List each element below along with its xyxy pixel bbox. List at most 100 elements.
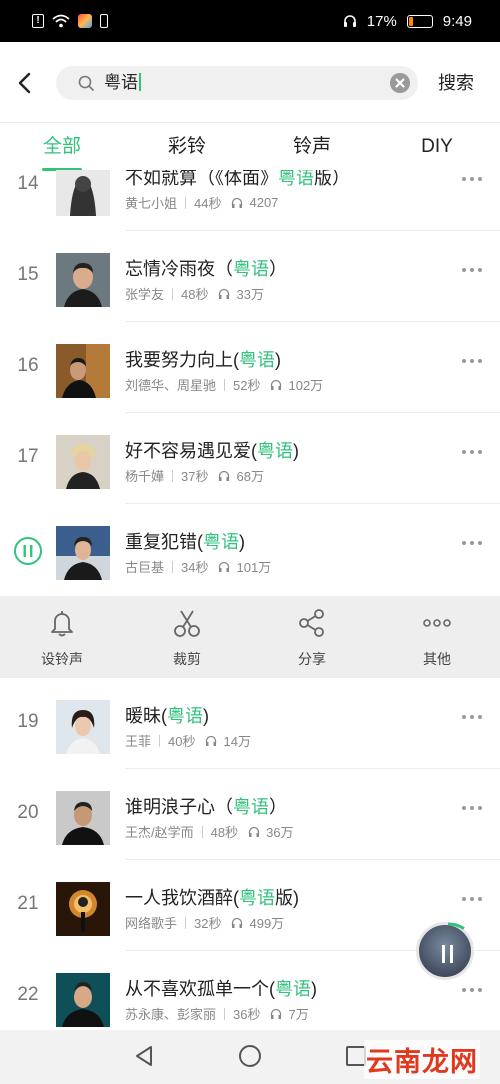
song-row[interactable]: 16 我要努力向上(粤语) 刘德华、周星驰 52秒 102万 [0, 322, 500, 413]
song-row[interactable]: 17 好不容易遇见爱(粤语) 杨千嬅 37秒 68万 [0, 413, 500, 504]
song-rank: 20 [17, 802, 39, 823]
mini-player[interactable] [416, 922, 474, 980]
song-row[interactable]: 19 暖昧(粤语) 王菲 40秒 14万 [0, 678, 500, 769]
song-row[interactable]: 14 不如就算（《体面》粤语版） 黄七小姐 44秒 4207 [0, 170, 500, 231]
song-cover [56, 882, 110, 936]
song-artist: 王杰/赵学而 [125, 825, 194, 840]
share-button[interactable]: 分享 [262, 596, 362, 678]
song-artist: 王菲 [125, 734, 152, 749]
search-input[interactable]: 粤语 [104, 66, 374, 100]
headset-icon [343, 15, 356, 27]
song-artist: 张学友 [125, 287, 165, 302]
nav-back-icon[interactable] [134, 1045, 154, 1067]
search-button[interactable]: 搜索 [438, 66, 474, 100]
trim-button[interactable]: 裁剪 [137, 596, 237, 678]
more-options-icon[interactable] [460, 265, 484, 275]
song-cover [56, 170, 110, 216]
song-plays: 14万 [223, 734, 251, 749]
song-artist: 苏永康、彭家丽 [125, 1007, 217, 1022]
song-title: 从不喜欢孤单一个(粤语) [125, 979, 317, 999]
tab-ringtone[interactable]: 铃声 [272, 123, 352, 171]
more-options-icon[interactable] [460, 356, 484, 366]
headphones-icon [219, 288, 230, 299]
action-label: 分享 [298, 651, 326, 667]
other-button[interactable]: 其他 [387, 596, 487, 678]
song-artist: 黄七小姐 [125, 196, 178, 211]
song-meta: 苏永康、彭家丽 36秒 7万 [125, 1004, 309, 1023]
song-artist: 古巨基 [125, 560, 165, 575]
search-box[interactable]: 粤语 [56, 66, 418, 100]
more-options-icon[interactable] [460, 894, 484, 904]
battery-icon [406, 14, 433, 28]
song-duration: 40秒 [168, 734, 196, 749]
watermark: 云南龙网 [364, 1040, 480, 1079]
pause-icon[interactable] [13, 536, 43, 566]
song-row[interactable]: 20 谁明浪子心（粤语） 王杰/赵学而 48秒 36万 [0, 769, 500, 860]
song-duration: 48秒 [210, 825, 239, 840]
song-cover [56, 435, 110, 489]
headphones-icon [219, 561, 230, 572]
song-title: 不如就算（《体面》粤语版） [125, 170, 350, 188]
song-meta: 王菲 40秒 14万 [125, 731, 251, 750]
search-icon [78, 75, 94, 91]
song-duration: 52秒 [233, 378, 261, 393]
song-rank: 21 [17, 893, 39, 914]
song-rank: 15 [17, 264, 39, 285]
nav-recent-icon[interactable] [346, 1046, 366, 1066]
back-arrow-icon[interactable] [12, 66, 42, 100]
song-meta: 王杰/赵学而 48秒 36万 [125, 822, 294, 841]
headphones-icon [219, 470, 230, 481]
song-meta: 古巨基 34秒 101万 [125, 557, 271, 576]
song-title: 一人我饮酒醉(粤语版) [125, 888, 299, 908]
song-meta: 刘德华、周星驰 52秒 102万 [125, 375, 323, 394]
song-cover [56, 344, 110, 398]
clock: 9:49 [442, 12, 472, 30]
song-title: 好不容易遇见爱(粤语) [125, 441, 299, 461]
more-options-icon[interactable] [460, 712, 484, 722]
song-plays: 4207 [249, 195, 279, 210]
headphones-icon [248, 826, 260, 837]
clear-icon[interactable] [390, 73, 410, 93]
mini-pause-icon [442, 945, 453, 963]
song-rank: 16 [17, 355, 39, 376]
more-options-icon[interactable] [460, 985, 484, 995]
song-artist: 杨千嬅 [125, 469, 165, 484]
song-duration: 32秒 [194, 916, 222, 931]
search-query: 粤语 [104, 73, 138, 92]
more-options-icon[interactable] [460, 538, 484, 548]
status-icons-right: 17% 9:49 [343, 13, 472, 30]
action-label: 其他 [423, 651, 451, 667]
song-title: 我要努力向上(粤语) [125, 350, 281, 370]
status-bar: ! 17% 9:49 [0, 0, 500, 42]
song-cover [56, 526, 110, 580]
song-row[interactable]: 15 忘情冷雨夜（粤语） 张学友 48秒 33万 [0, 231, 500, 322]
tab-ringback[interactable]: 彩铃 [147, 123, 227, 171]
song-meta: 黄七小姐 44秒 4207 [125, 193, 278, 212]
more-options-icon[interactable] [460, 447, 484, 457]
song-cover [56, 791, 110, 845]
song-rank: 22 [17, 984, 39, 1005]
alert-icon: ! [32, 14, 44, 28]
song-row-playing[interactable]: 重复犯错(粤语) 古巨基 34秒 101万 [0, 504, 500, 596]
song-plays: 7万 [288, 1007, 309, 1022]
song-plays: 36万 [266, 825, 294, 840]
song-plays: 101万 [236, 560, 272, 575]
tab-diy[interactable]: DIY [397, 123, 477, 171]
nav-home-icon[interactable] [239, 1045, 261, 1067]
status-icons-left: ! [32, 14, 108, 28]
set-ringtone-button[interactable]: 设铃声 [12, 596, 112, 678]
action-label: 裁剪 [173, 651, 201, 667]
more-options-icon[interactable] [460, 174, 484, 184]
more-options-icon[interactable] [460, 803, 484, 813]
more-icon [423, 619, 451, 627]
bell-icon [51, 611, 73, 637]
song-duration: 37秒 [181, 469, 209, 484]
tab-all[interactable]: 全部 [22, 123, 102, 171]
headphones-icon [232, 917, 243, 928]
song-meta: 网络歌手 32秒 499万 [125, 913, 284, 932]
song-plays: 68万 [236, 469, 264, 484]
battery-percent: 17% [366, 12, 397, 30]
song-duration: 36秒 [233, 1007, 261, 1022]
song-cover [56, 700, 110, 754]
song-title: 重复犯错(粤语) [125, 532, 245, 552]
